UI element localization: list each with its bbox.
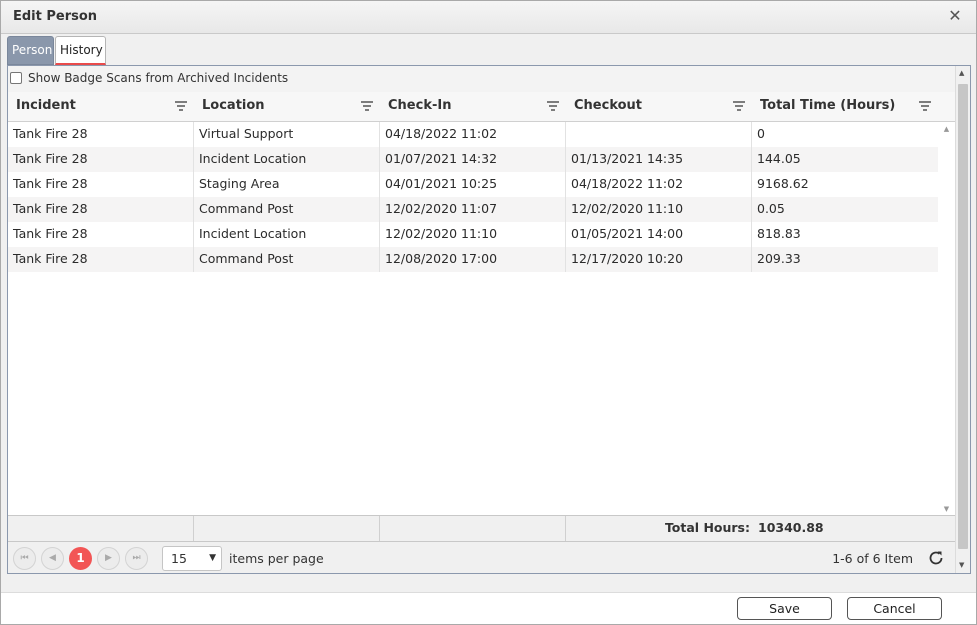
cell-total-time: 0.05 bbox=[757, 201, 785, 216]
cell-total-time: 144.05 bbox=[757, 151, 801, 166]
column-header-label: Check-In bbox=[388, 98, 452, 113]
column-header-label: Checkout bbox=[574, 98, 643, 113]
archived-checkbox-label[interactable]: Show Badge Scans from Archived Incidents bbox=[28, 71, 288, 85]
footer-cell bbox=[8, 516, 194, 541]
grid-body: Tank Fire 28 Virtual Support 04/18/2022 … bbox=[8, 122, 938, 515]
cell-checkout: 12/02/2020 11:10 bbox=[566, 197, 752, 222]
archived-toggle-row: Show Badge Scans from Archived Incidents bbox=[8, 66, 955, 92]
grid-footer: Total Hours: 10340.88 bbox=[8, 515, 955, 542]
footer-cell bbox=[194, 516, 380, 541]
cell-incident: Tank Fire 28 bbox=[8, 197, 194, 222]
grid-pager: ⏮ ◀ 1 ▶ ⏭ 15 ▼ items per page 1-6 of 6 I… bbox=[8, 542, 955, 573]
cell-checkout bbox=[566, 122, 752, 147]
cell-total-time: 209.33 bbox=[757, 251, 801, 266]
cell-checkout: 12/17/2020 10:20 bbox=[566, 247, 752, 272]
close-icon[interactable]: ✕ bbox=[946, 7, 964, 25]
grid-vertical-scrollbar[interactable]: ▲ ▼ bbox=[938, 122, 955, 515]
filter-icon[interactable] bbox=[546, 99, 560, 113]
scrollbar-thumb[interactable] bbox=[958, 84, 968, 549]
table-row[interactable]: Tank Fire 28 Staging Area 04/01/2021 10:… bbox=[8, 172, 938, 197]
tab-person[interactable]: Person bbox=[7, 36, 54, 65]
cell-location: Staging Area bbox=[194, 172, 380, 197]
first-page-button[interactable]: ⏮ bbox=[13, 547, 36, 570]
cell-checkout: 01/05/2021 14:00 bbox=[566, 222, 752, 247]
current-page-button[interactable]: 1 bbox=[69, 547, 92, 570]
dialog-titlebar: Edit Person ✕ bbox=[1, 1, 976, 34]
cell-incident: Tank Fire 28 bbox=[8, 122, 194, 147]
last-page-button[interactable]: ⏭ bbox=[125, 547, 148, 570]
chevron-down-icon: ▼ bbox=[209, 553, 216, 563]
column-header-incident[interactable]: Incident bbox=[8, 92, 194, 122]
cell-incident: Tank Fire 28 bbox=[8, 247, 194, 272]
cell-total-time: 818.83 bbox=[757, 226, 801, 241]
cell-checkout: 01/13/2021 14:35 bbox=[566, 147, 752, 172]
edit-person-dialog: Edit Person ✕ Person History Show Badge … bbox=[0, 0, 977, 625]
cell-location: Command Post bbox=[194, 197, 380, 222]
column-header-label: Incident bbox=[16, 98, 76, 113]
column-header-label: Total Time (Hours) bbox=[760, 98, 896, 113]
total-hours-value: 10340.88 bbox=[758, 520, 824, 535]
cell-total-time: 0 bbox=[757, 126, 765, 141]
scroll-up-arrow-icon[interactable]: ▲ bbox=[942, 125, 951, 133]
cell-incident: Tank Fire 28 bbox=[8, 172, 194, 197]
cell-location: Incident Location bbox=[194, 147, 380, 172]
cell-check-in: 01/07/2021 14:32 bbox=[380, 147, 566, 172]
grid-header: Incident Location Check-In Checkout Tota… bbox=[8, 92, 955, 122]
cell-location: Virtual Support bbox=[194, 122, 380, 147]
cell-location: Command Post bbox=[194, 247, 380, 272]
previous-page-button[interactable]: ◀ bbox=[41, 547, 64, 570]
panel-vertical-scrollbar[interactable]: ▲ ▼ bbox=[955, 66, 970, 573]
cell-check-in: 12/02/2020 11:07 bbox=[380, 197, 566, 222]
cell-check-in: 04/01/2021 10:25 bbox=[380, 172, 566, 197]
cancel-button[interactable]: Cancel bbox=[847, 597, 942, 620]
pager-info: 1-6 of 6 Item bbox=[832, 551, 913, 566]
page-size-value: 15 bbox=[171, 551, 187, 566]
refresh-icon[interactable] bbox=[927, 549, 945, 567]
tab-history[interactable]: History bbox=[55, 36, 106, 65]
scroll-up-arrow-icon[interactable]: ▲ bbox=[959, 69, 964, 77]
dialog-button-bar: Save Cancel bbox=[1, 592, 976, 624]
page-size-select[interactable]: 15 ▼ bbox=[162, 546, 222, 571]
archived-checkbox[interactable] bbox=[10, 72, 22, 84]
table-row[interactable]: Tank Fire 28 Command Post 12/08/2020 17:… bbox=[8, 247, 938, 272]
table-row[interactable]: Tank Fire 28 Virtual Support 04/18/2022 … bbox=[8, 122, 938, 147]
filter-icon[interactable] bbox=[174, 99, 188, 113]
table-row[interactable]: Tank Fire 28 Incident Location 01/07/202… bbox=[8, 147, 938, 172]
items-per-page-label: items per page bbox=[229, 551, 324, 566]
cell-total-time: 9168.62 bbox=[757, 176, 809, 191]
footer-cell bbox=[380, 516, 566, 541]
next-page-button[interactable]: ▶ bbox=[97, 547, 120, 570]
filter-icon[interactable] bbox=[360, 99, 374, 113]
column-header-total-time[interactable]: Total Time (Hours) bbox=[752, 92, 938, 122]
cell-check-in: 04/18/2022 11:02 bbox=[380, 122, 566, 147]
filter-icon[interactable] bbox=[918, 99, 932, 113]
cell-check-in: 12/08/2020 17:00 bbox=[380, 247, 566, 272]
dialog-title: Edit Person bbox=[13, 9, 98, 24]
table-row[interactable]: Tank Fire 28 Command Post 12/02/2020 11:… bbox=[8, 197, 938, 222]
total-hours-label: Total Hours: bbox=[664, 520, 750, 535]
scroll-down-arrow-icon[interactable]: ▼ bbox=[959, 561, 964, 569]
table-row[interactable]: Tank Fire 28 Incident Location 12/02/202… bbox=[8, 222, 938, 247]
cell-location: Incident Location bbox=[194, 222, 380, 247]
cell-incident: Tank Fire 28 bbox=[8, 222, 194, 247]
column-header-label: Location bbox=[202, 98, 265, 113]
column-header-checkout[interactable]: Checkout bbox=[566, 92, 752, 122]
filter-icon[interactable] bbox=[732, 99, 746, 113]
scroll-down-arrow-icon[interactable]: ▼ bbox=[942, 505, 951, 513]
cell-check-in: 12/02/2020 11:10 bbox=[380, 222, 566, 247]
save-button[interactable]: Save bbox=[737, 597, 832, 620]
column-header-check-in[interactable]: Check-In bbox=[380, 92, 566, 122]
history-panel: Show Badge Scans from Archived Incidents… bbox=[7, 65, 971, 574]
cell-incident: Tank Fire 28 bbox=[8, 147, 194, 172]
cell-checkout: 04/18/2022 11:02 bbox=[566, 172, 752, 197]
column-header-location[interactable]: Location bbox=[194, 92, 380, 122]
